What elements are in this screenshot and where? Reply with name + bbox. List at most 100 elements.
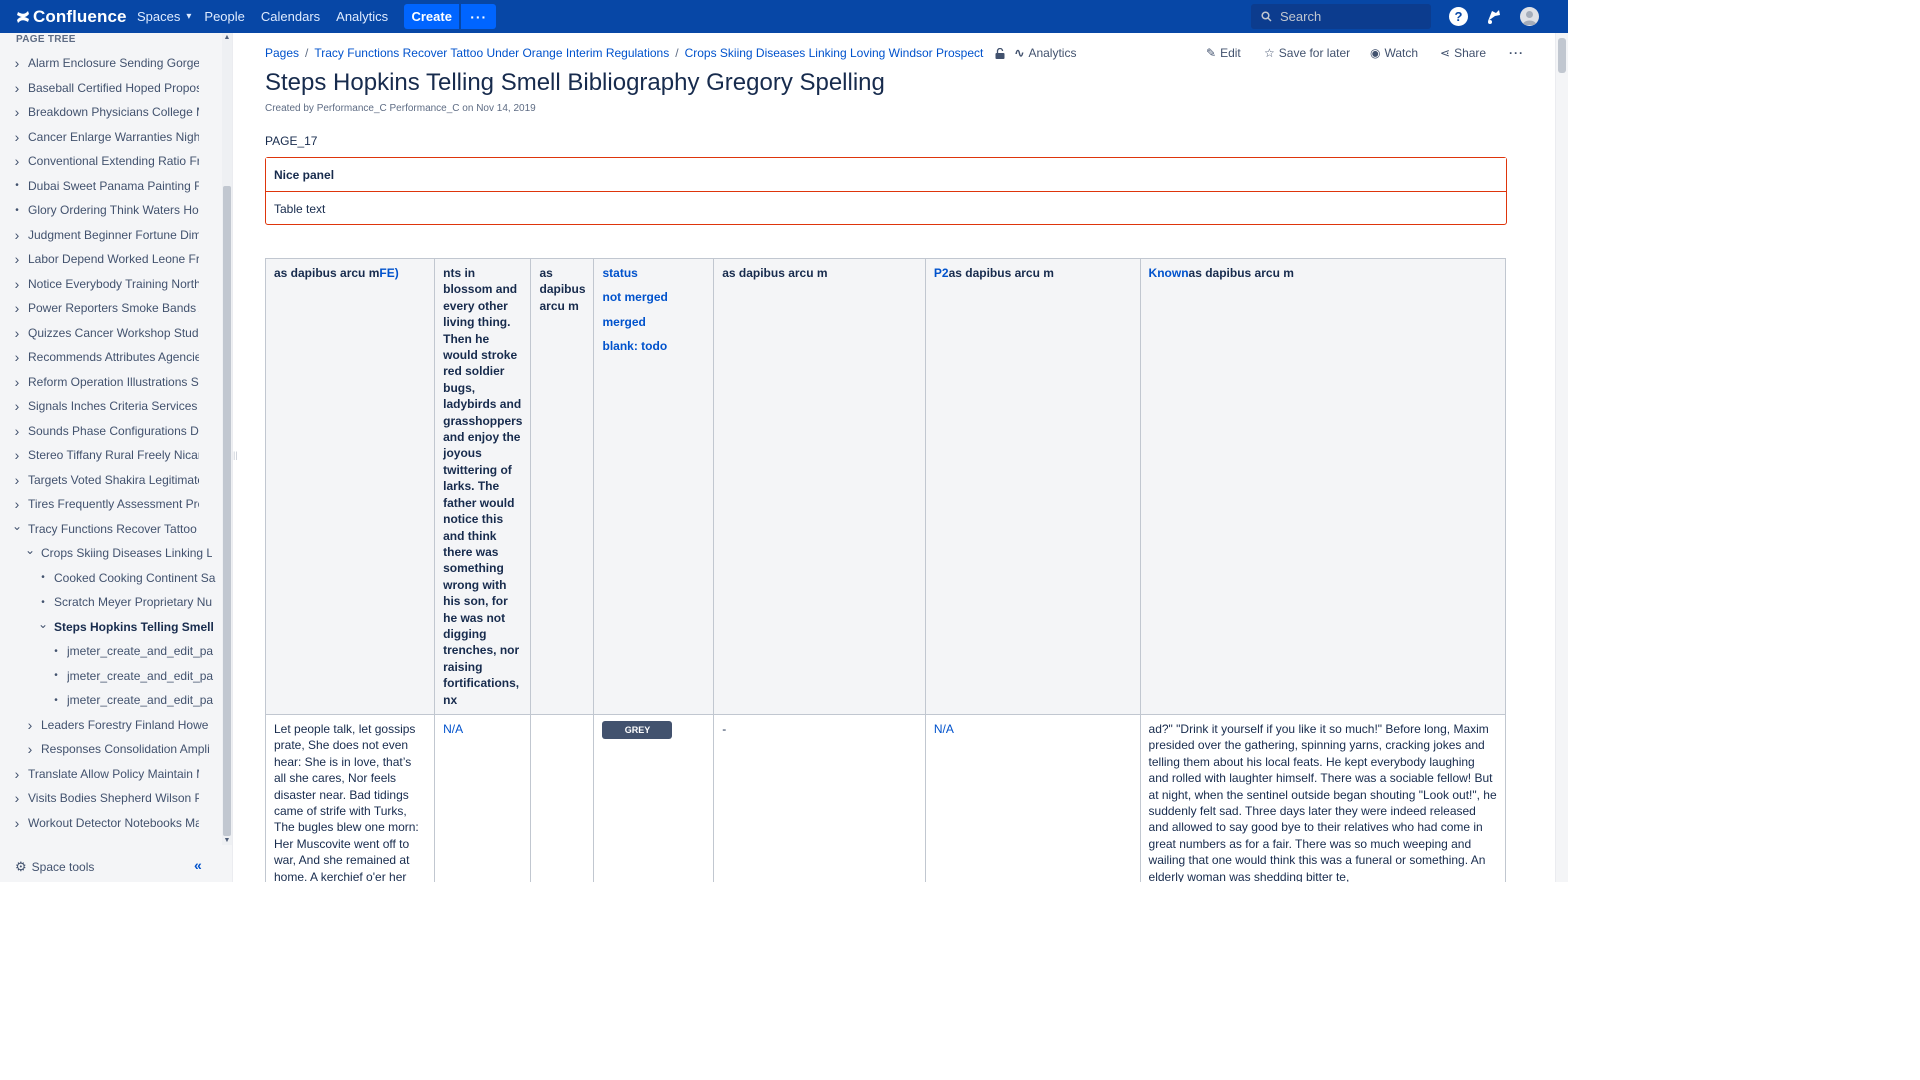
chevron-right-icon[interactable]: ›: [10, 815, 24, 831]
table-cell-link[interactable]: N/A: [434, 713, 532, 882]
calendars-link[interactable]: Calendars: [261, 9, 320, 24]
chevron-right-icon[interactable]: ›: [10, 129, 24, 145]
sidebar-tree-item[interactable]: • Scratch Meyer Proprietary Nu: [0, 592, 222, 612]
people-link[interactable]: People: [204, 9, 244, 24]
chevron-right-icon[interactable]: ›: [10, 472, 24, 488]
sidebar-tree-item[interactable]: › Notice Everybody Training Northe: [0, 274, 222, 294]
chevron-down-icon[interactable]: ⌄: [10, 519, 24, 533]
sidebar-tree-item[interactable]: › Sounds Phase Configurations Des: [0, 421, 222, 441]
more-actions-button[interactable]: ···: [1509, 46, 1524, 60]
sidebar-tree-item[interactable]: • jmeter_create_and_edit_pa: [0, 690, 222, 710]
sidebar-tree-item[interactable]: • Glory Ordering Think Waters Hom: [0, 200, 222, 220]
bullet-icon: •: [41, 596, 45, 608]
sidebar-tree-item[interactable]: • jmeter_create_and_edit_pa: [0, 641, 222, 661]
sidebar-tree-item[interactable]: › Breakdown Physicians College Ma: [0, 102, 222, 122]
chevron-right-icon[interactable]: ›: [10, 423, 24, 439]
chevron-right-icon[interactable]: ›: [10, 276, 24, 292]
save-for-later-label: Save for later: [1278, 46, 1351, 60]
table-header-status-cell: status not merged merged blank: todo: [593, 258, 715, 715]
chevron-right-icon[interactable]: ›: [10, 55, 24, 71]
chevron-right-icon[interactable]: ›: [10, 251, 24, 267]
breadcrumb-pages[interactable]: Pages: [265, 46, 299, 60]
sidebar-tree-item[interactable]: › Power Reporters Smoke Bands A: [0, 298, 222, 318]
table-header-cell: P2as dapibus arcu m: [924, 258, 1141, 715]
chevron-right-icon[interactable]: ›: [10, 104, 24, 120]
page-analytics-link[interactable]: ∿ Analytics: [1014, 46, 1076, 60]
sidebar-tree-label: Judgment Beginner Fortune Dime: [28, 227, 199, 242]
share-button[interactable]: ⋖ Share: [1440, 46, 1486, 60]
chevron-right-icon[interactable]: ›: [23, 741, 37, 757]
sidebar-tree-item[interactable]: › Cancer Enlarge Warranties Nights: [0, 127, 222, 147]
chevron-right-icon[interactable]: ›: [10, 374, 24, 390]
sidebar-tree-item[interactable]: › Labor Depend Worked Leone Fra: [0, 249, 222, 269]
sidebar-tree-item[interactable]: ⌄ Crops Skiing Diseases Linking L: [0, 543, 222, 563]
sidebar-tree-item[interactable]: ⌄ Tracy Functions Recover Tattoo U: [0, 519, 222, 539]
chevron-down-icon[interactable]: ⌄: [36, 617, 50, 631]
sidebar-scroll-thumb[interactable]: [223, 186, 231, 836]
user-avatar[interactable]: [1520, 7, 1539, 26]
scroll-down-icon[interactable]: ▼: [222, 837, 232, 844]
share-label: Share: [1454, 46, 1487, 60]
edit-button[interactable]: ✎ Edit: [1206, 46, 1241, 60]
confluence-logo[interactable]: Confluence: [16, 7, 128, 27]
sidebar-tree-item[interactable]: › Recommends Attributes Agencies: [0, 347, 222, 367]
scroll-up-icon[interactable]: ▲: [222, 34, 232, 41]
chevron-right-icon[interactable]: ›: [10, 349, 24, 365]
spaces-menu[interactable]: Spaces ▾: [137, 9, 191, 24]
sidebar-tree-item[interactable]: › Stereo Tiffany Rural Freely Nicara: [0, 445, 222, 465]
header-text-link[interactable]: FE): [379, 266, 398, 280]
sidebar-tree-item[interactable]: › Alarm Enclosure Sending Gorgeo: [0, 53, 222, 73]
table-cell-link[interactable]: N/A: [924, 713, 1141, 882]
breadcrumb-current-parent[interactable]: Crops Skiing Diseases Linking Loving Win…: [685, 46, 984, 60]
sidebar-tree-item[interactable]: › Signals Inches Criteria Services D: [0, 396, 222, 416]
sidebar-tree-item[interactable]: • jmeter_create_and_edit_pa: [0, 666, 222, 686]
sidebar-tree-item[interactable]: • Cooked Cooking Continent Sa: [0, 568, 222, 588]
sidebar-tree-item[interactable]: ⌄ Steps Hopkins Telling Smell: [0, 617, 222, 637]
page-scroll-thumb[interactable]: [1558, 38, 1566, 73]
sidebar-tree-item[interactable]: › Workout Detector Notebooks Man: [0, 813, 222, 833]
chevron-right-icon[interactable]: ›: [10, 227, 24, 243]
page-title: Steps Hopkins Telling Smell Bibliography…: [265, 69, 885, 96]
sidebar-tree-item[interactable]: › Conventional Extending Ratio Fra: [0, 151, 222, 171]
chevron-right-icon[interactable]: ›: [10, 766, 24, 782]
chevron-right-icon[interactable]: ›: [10, 496, 24, 512]
header-text-link[interactable]: Known: [1149, 266, 1189, 280]
chevron-right-icon[interactable]: ›: [23, 717, 37, 733]
sidebar-tree-item[interactable]: › Reform Operation Illustrations Sup: [0, 372, 222, 392]
watch-button[interactable]: ◉ Watch: [1370, 46, 1418, 60]
notifications-icon[interactable]: [1484, 7, 1503, 26]
search-input[interactable]: Search: [1251, 4, 1431, 29]
sidebar-tree-label: Stereo Tiffany Rural Freely Nicara: [28, 448, 199, 462]
sidebar-tree-item[interactable]: › Judgment Beginner Fortune Dime: [0, 225, 222, 245]
chevron-right-icon[interactable]: ›: [10, 398, 24, 414]
unlock-icon[interactable]: [995, 47, 1005, 59]
chevron-right-icon[interactable]: ›: [10, 300, 24, 316]
header-text-link[interactable]: P2: [934, 266, 949, 280]
gear-icon: ⚙: [15, 859, 27, 874]
analytics-link[interactable]: Analytics: [336, 9, 388, 24]
chevron-down-icon[interactable]: ⌄: [23, 543, 37, 557]
chevron-right-icon[interactable]: ›: [10, 790, 24, 806]
sidebar-tree-item[interactable]: › Visits Bodies Shepherd Wilson Pla: [0, 788, 222, 808]
sidebar-tree-item[interactable]: • Dubai Sweet Panama Painting Fir: [0, 176, 222, 196]
sidebar-tree-item[interactable]: › Responses Consolidation Ampli: [0, 739, 222, 759]
chevron-right-icon[interactable]: ›: [10, 80, 24, 96]
sidebar-tree-item[interactable]: › Quizzes Cancer Workshop Studio: [0, 323, 222, 343]
breadcrumb-parent[interactable]: Tracy Functions Recover Tattoo Under Ora…: [314, 46, 669, 60]
chevron-right-icon[interactable]: ›: [10, 153, 24, 169]
create-more-button[interactable]: ···: [461, 4, 497, 29]
sidebar-tree-item[interactable]: › Tires Frequently Assessment Proc: [0, 494, 222, 514]
sidebar-tree-item[interactable]: › Translate Allow Policy Maintain M: [0, 764, 222, 784]
chevron-right-icon[interactable]: ›: [10, 447, 24, 463]
space-tools-button[interactable]: ⚙ Space tools: [15, 859, 94, 875]
sidebar-tree-item[interactable]: › Baseball Certified Hoped Proposa: [0, 78, 222, 98]
page-scrollbar[interactable]: [1555, 33, 1568, 882]
create-button[interactable]: Create: [404, 4, 460, 29]
help-icon[interactable]: ?: [1449, 7, 1468, 26]
sidebar-tree-item[interactable]: › Leaders Forestry Finland Howe: [0, 715, 222, 735]
chevron-right-icon[interactable]: ›: [10, 325, 24, 341]
collapse-sidebar-icon[interactable]: «: [194, 857, 202, 873]
sidebar-tree-item[interactable]: › Targets Voted Shakira Legitimate: [0, 470, 222, 490]
sidebar-tree-label: Sounds Phase Configurations Des: [28, 423, 199, 438]
save-for-later-button[interactable]: ☆ Save for later: [1264, 46, 1350, 60]
